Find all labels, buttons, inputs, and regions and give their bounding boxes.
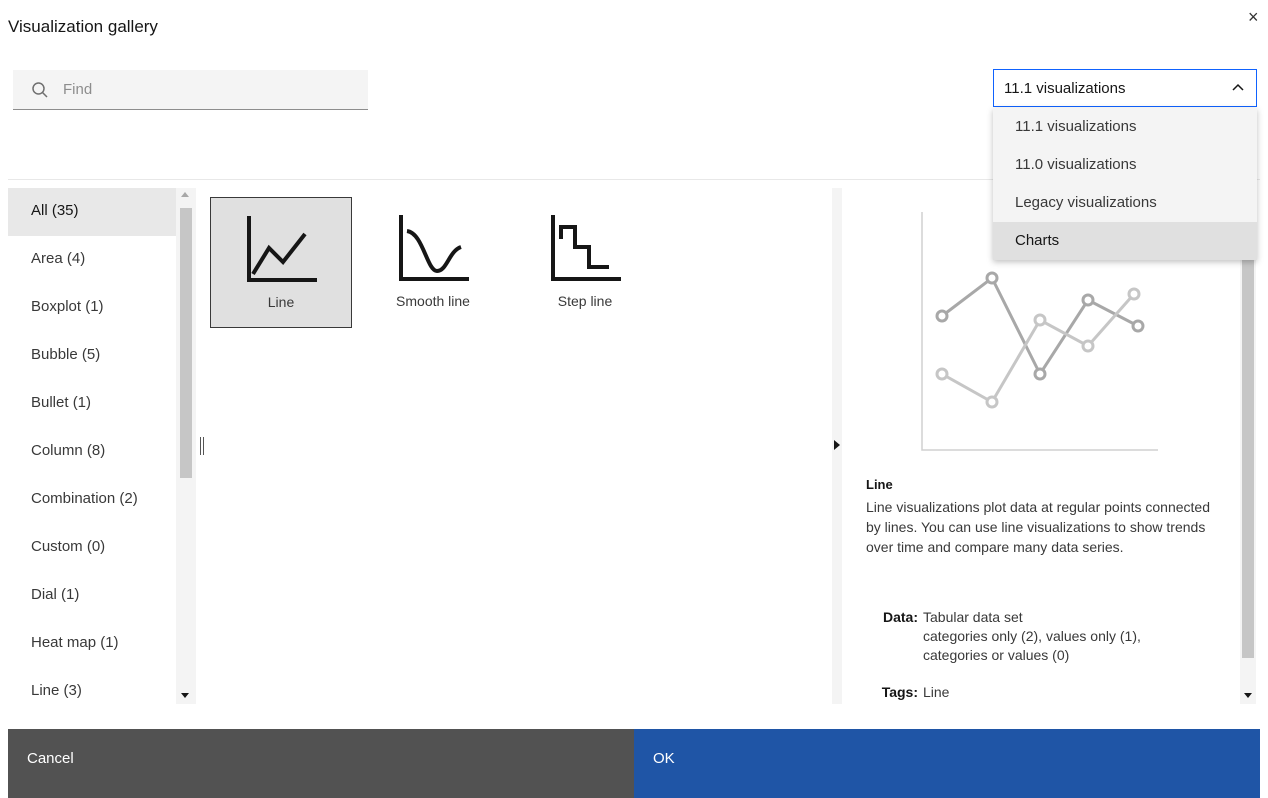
category-item-all[interactable]: All (35) [8, 188, 176, 236]
dialog-footer: Cancel OK [8, 729, 1260, 798]
tile-label: Step line [557, 293, 613, 309]
version-option[interactable]: 11.0 visualizations [993, 146, 1257, 184]
category-item-heat-map[interactable]: Heat map (1) [8, 620, 176, 668]
tile-step-line[interactable]: Step line [514, 197, 656, 328]
category-list: All (35) Area (4) Boxplot (1) Bubble (5)… [8, 188, 176, 704]
preview-panel: Line Line visualizations plot data at re… [842, 188, 1240, 704]
dialog-title: Visualization gallery [8, 17, 158, 36]
line-chart-icon [247, 216, 317, 282]
data-line: categories only (2), values only (1), [923, 628, 1141, 644]
tile-smooth-line[interactable]: Smooth line [362, 197, 504, 328]
preview-data-row: Data: Tabular data set categories only (… [866, 608, 1141, 665]
tile-label: Smooth line [396, 293, 470, 309]
preview-scrollbar[interactable] [1240, 188, 1256, 704]
category-scrollbar[interactable] [176, 188, 196, 704]
data-values: Tabular data set categories only (2), va… [923, 608, 1141, 665]
preview-title: Line [866, 477, 893, 492]
chevron-up-icon [1232, 83, 1244, 91]
category-item-custom[interactable]: Custom (0) [8, 524, 176, 572]
step-line-chart-icon [551, 215, 621, 281]
category-item-column[interactable]: Column (8) [8, 428, 176, 476]
search-field[interactable] [13, 70, 368, 110]
scrollbar-thumb[interactable] [180, 208, 192, 478]
preview-description: Line visualizations plot data at regular… [866, 499, 1210, 555]
data-line: categories or values (0) [923, 647, 1070, 663]
category-item-dial[interactable]: Dial (1) [8, 572, 176, 620]
visualization-gallery: Line Smooth line Step line [208, 188, 832, 704]
cancel-button[interactable]: Cancel [8, 729, 634, 798]
scroll-down-icon[interactable] [1244, 693, 1252, 698]
visualization-gallery-dialog: Visualization gallery × 11.1 visualizati… [0, 0, 1268, 798]
scrollbar-thumb[interactable] [1242, 258, 1254, 658]
pane-splitter-handle[interactable] [200, 437, 204, 455]
category-item-boxplot[interactable]: Boxplot (1) [8, 284, 176, 332]
ok-button[interactable]: OK [634, 729, 1260, 798]
category-item-line[interactable]: Line (3) [8, 668, 176, 704]
data-line: Tabular data set [923, 609, 1023, 625]
tags-value: Line [923, 684, 950, 700]
search-input[interactable] [63, 70, 363, 109]
category-item-area[interactable]: Area (4) [8, 236, 176, 284]
version-option[interactable]: 11.1 visualizations [993, 108, 1257, 146]
collapse-preview-icon[interactable] [834, 440, 840, 450]
version-option[interactable]: Charts [993, 222, 1257, 260]
scroll-down-icon[interactable] [181, 693, 189, 698]
search-icon [32, 82, 48, 98]
category-item-bubble[interactable]: Bubble (5) [8, 332, 176, 380]
version-dropdown-value: 11.1 visualizations [1004, 79, 1126, 97]
version-dropdown-menu: 11.1 visualizations 11.0 visualizations … [993, 108, 1257, 260]
tags-label: Tags: [881, 684, 918, 700]
smooth-line-chart-icon [399, 215, 469, 281]
scroll-up-icon[interactable] [181, 192, 189, 197]
tile-label: Line [267, 294, 295, 310]
category-item-combination[interactable]: Combination (2) [8, 476, 176, 524]
version-dropdown[interactable]: 11.1 visualizations [993, 69, 1257, 107]
close-icon[interactable]: × [1248, 8, 1259, 26]
tile-line[interactable]: Line [210, 197, 352, 328]
version-option[interactable]: Legacy visualizations [993, 184, 1257, 222]
preview-tags-row: Tags: Line [866, 683, 950, 702]
data-label: Data: [882, 609, 918, 625]
category-item-bullet[interactable]: Bullet (1) [8, 380, 176, 428]
